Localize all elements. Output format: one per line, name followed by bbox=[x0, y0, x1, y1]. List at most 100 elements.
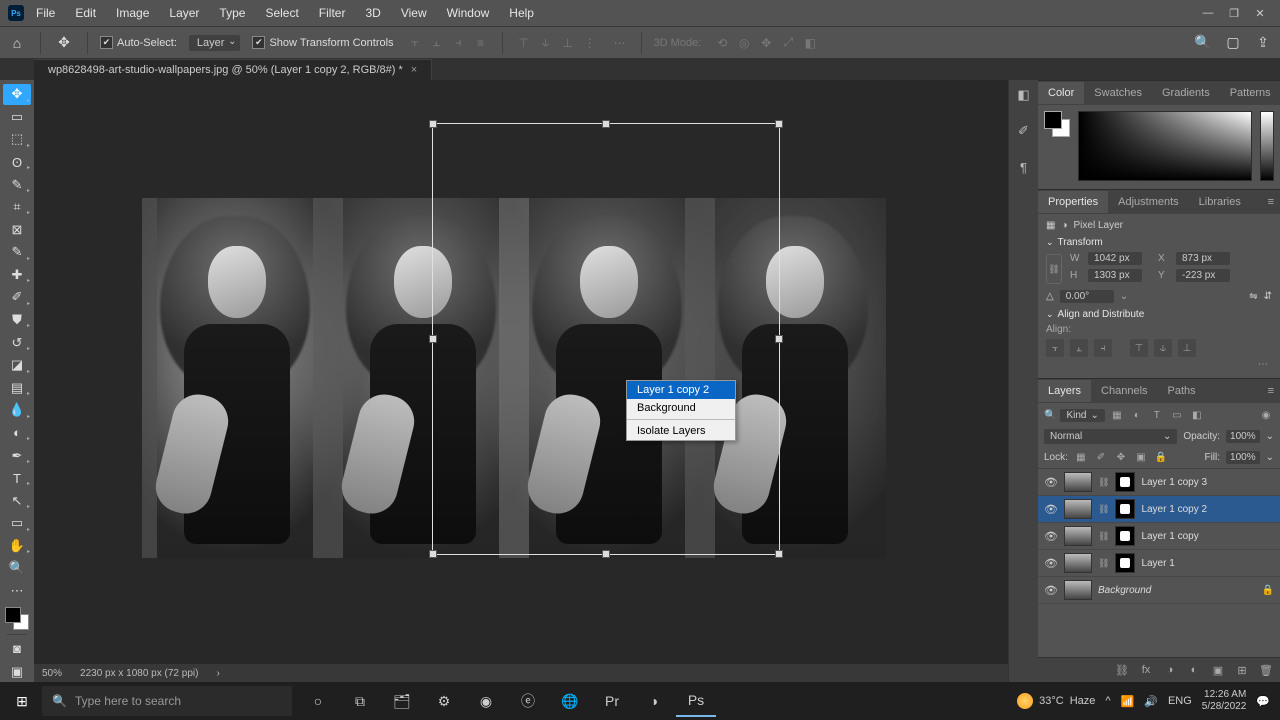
edge-icon[interactable]: ⓔ bbox=[508, 685, 548, 717]
transform-handle[interactable] bbox=[429, 120, 437, 128]
history-panel-icon[interactable]: ◧ bbox=[1015, 86, 1033, 104]
mask-thumbnail[interactable] bbox=[1115, 472, 1135, 492]
move-tool[interactable]: ✥▸ bbox=[3, 84, 31, 105]
tab-swatches[interactable]: Swatches bbox=[1084, 82, 1152, 104]
search-icon[interactable]: 🔍 bbox=[1192, 32, 1214, 54]
premiere-icon[interactable]: Pr bbox=[592, 685, 632, 717]
blur-tool[interactable]: 💧▸ bbox=[3, 400, 31, 421]
layer-row[interactable]: 👁 ⛓ Layer 1 copy bbox=[1038, 523, 1280, 550]
width-field[interactable]: 1042 px bbox=[1088, 252, 1142, 265]
brightness-strip[interactable] bbox=[1260, 111, 1274, 181]
fill-dropdown-icon[interactable]: ⌄ bbox=[1266, 452, 1274, 463]
weather-widget[interactable]: 33°C Haze bbox=[1017, 693, 1095, 709]
opacity-dropdown-icon[interactable]: ⌄ bbox=[1266, 431, 1274, 442]
language-icon[interactable]: ENG bbox=[1168, 695, 1192, 707]
status-expand-icon[interactable]: › bbox=[216, 668, 219, 679]
link-layers-icon[interactable]: ⛓ bbox=[1114, 662, 1130, 678]
menu-help[interactable]: Help bbox=[501, 2, 542, 24]
filter-pixel-icon[interactable]: ▦ bbox=[1109, 407, 1125, 423]
lock-artboard-icon[interactable]: ▣ bbox=[1134, 450, 1148, 464]
lasso-tool[interactable]: ʘ▸ bbox=[3, 152, 31, 173]
search-icon[interactable]: 🔍 bbox=[1044, 410, 1056, 421]
move-tool-icon[interactable]: ✥ bbox=[53, 32, 75, 54]
new-layer-icon[interactable]: ⊞ bbox=[1234, 662, 1250, 678]
document-tab[interactable]: wp8628498-art-studio-wallpapers.jpg @ 50… bbox=[34, 59, 432, 80]
distribute-v-icon[interactable]: ⋮ bbox=[581, 34, 599, 52]
tab-patterns[interactable]: Patterns bbox=[1220, 82, 1280, 104]
menu-layer[interactable]: Layer bbox=[161, 2, 207, 24]
group-icon[interactable]: ▣ bbox=[1210, 662, 1226, 678]
align-top-icon[interactable]: ⊤ bbox=[515, 34, 533, 52]
eyedropper-tool[interactable]: ✎▸ bbox=[3, 242, 31, 263]
tab-adjustments[interactable]: Adjustments bbox=[1108, 191, 1189, 213]
brush-panel-icon[interactable]: ✐ bbox=[1015, 122, 1033, 140]
menu-type[interactable]: Type bbox=[211, 2, 253, 24]
lock-position-icon[interactable]: ✥ bbox=[1114, 450, 1128, 464]
rotation-dropdown-icon[interactable]: ⌄ bbox=[1120, 291, 1132, 302]
obs-icon[interactable]: ◑ bbox=[634, 685, 674, 717]
visibility-icon[interactable]: 👁 bbox=[1044, 476, 1058, 489]
layer-name[interactable]: Layer 1 copy 2 bbox=[1141, 504, 1274, 515]
share-icon[interactable]: ⇪ bbox=[1252, 32, 1274, 54]
blend-mode-select[interactable]: Normal⌄ bbox=[1044, 429, 1177, 444]
layer-name[interactable]: Layer 1 bbox=[1141, 558, 1274, 569]
sound-icon[interactable]: 🔊 bbox=[1144, 695, 1158, 708]
maximize-button[interactable]: ❐ bbox=[1222, 4, 1246, 22]
align-section-header[interactable]: Align and Distribute bbox=[1046, 309, 1272, 320]
layer-name[interactable]: Layer 1 copy bbox=[1141, 531, 1274, 542]
shape-tool[interactable]: ▭▸ bbox=[3, 513, 31, 534]
close-tab-icon[interactable]: × bbox=[411, 64, 417, 76]
layer-row[interactable]: 👁 ⛓ Layer 1 copy 2 bbox=[1038, 496, 1280, 523]
lock-all-icon[interactable]: 🔒 bbox=[1154, 450, 1168, 464]
type-tool[interactable]: T▸ bbox=[3, 468, 31, 489]
close-button[interactable]: ✕ bbox=[1248, 4, 1272, 22]
visibility-icon[interactable]: 👁 bbox=[1044, 557, 1058, 570]
layer-style-icon[interactable]: fx bbox=[1138, 662, 1154, 678]
menu-window[interactable]: Window bbox=[439, 2, 498, 24]
dodge-tool[interactable]: ◐▸ bbox=[3, 423, 31, 444]
history-brush-tool[interactable]: ↺▸ bbox=[3, 332, 31, 353]
layer-row[interactable]: 👁 ⛓ Layer 1 copy 3 bbox=[1038, 469, 1280, 496]
zoom-level[interactable]: 50% bbox=[42, 668, 62, 679]
lock-image-icon[interactable]: ✐ bbox=[1094, 450, 1108, 464]
align-bottom-icon[interactable]: ⊥ bbox=[559, 34, 577, 52]
align-center-h-icon[interactable]: ⫠ bbox=[1070, 339, 1088, 357]
opacity-field[interactable]: 100% bbox=[1226, 430, 1260, 443]
auto-select-check[interactable]: ✔ Auto-Select: bbox=[100, 36, 177, 49]
tab-gradients[interactable]: Gradients bbox=[1152, 82, 1220, 104]
zoom-tool[interactable]: 🔍 bbox=[3, 558, 31, 579]
filter-smart-icon[interactable]: ◧ bbox=[1189, 407, 1205, 423]
align-left-icon[interactable]: ⫟ bbox=[406, 34, 424, 52]
mask-thumbnail[interactable] bbox=[1115, 526, 1135, 546]
menu-image[interactable]: Image bbox=[108, 2, 157, 24]
tab-properties[interactable]: Properties bbox=[1038, 191, 1108, 213]
transform-handle[interactable] bbox=[602, 120, 610, 128]
adjustment-layer-icon[interactable]: ◐ bbox=[1186, 662, 1202, 678]
mask-thumbnail[interactable] bbox=[1115, 553, 1135, 573]
eraser-tool[interactable]: ◪▸ bbox=[3, 355, 31, 376]
taskbar-search[interactable]: 🔍 Type here to search bbox=[42, 686, 292, 716]
context-menu-item[interactable]: Background bbox=[627, 399, 735, 417]
fill-field[interactable]: 100% bbox=[1226, 451, 1260, 464]
quick-mask-icon[interactable]: ◙ bbox=[3, 639, 31, 660]
document-info[interactable]: 2230 px x 1080 px (72 ppi) bbox=[80, 668, 198, 679]
align-left-icon[interactable]: ⫟ bbox=[1046, 339, 1064, 357]
cortana-icon[interactable]: ○ bbox=[298, 685, 338, 717]
start-button[interactable]: ⊞ bbox=[4, 685, 40, 717]
menu-edit[interactable]: Edit bbox=[67, 2, 104, 24]
menu-view[interactable]: View bbox=[393, 2, 435, 24]
home-icon[interactable]: ⌂ bbox=[6, 32, 28, 54]
workspace-icon[interactable]: ▢ bbox=[1222, 32, 1244, 54]
align-center-h-icon[interactable]: ⫠ bbox=[428, 34, 446, 52]
minimize-button[interactable]: — bbox=[1196, 4, 1220, 22]
more-options-icon[interactable]: ⋯ bbox=[1046, 357, 1272, 372]
context-menu-item[interactable]: Isolate Layers bbox=[627, 422, 735, 440]
frame-tool[interactable]: ⊠ bbox=[3, 219, 31, 240]
photoshop-icon[interactable]: Ps bbox=[676, 685, 716, 717]
hand-tool[interactable]: ✋▸ bbox=[3, 536, 31, 557]
x-field[interactable]: 873 px bbox=[1176, 252, 1230, 265]
layer-row[interactable]: 👁 ⛓ Layer 1 bbox=[1038, 550, 1280, 577]
layer-name[interactable]: Background bbox=[1098, 585, 1256, 596]
rotation-field[interactable]: 0.00° bbox=[1060, 290, 1114, 303]
align-middle-icon[interactable]: ⫝ bbox=[1154, 339, 1172, 357]
